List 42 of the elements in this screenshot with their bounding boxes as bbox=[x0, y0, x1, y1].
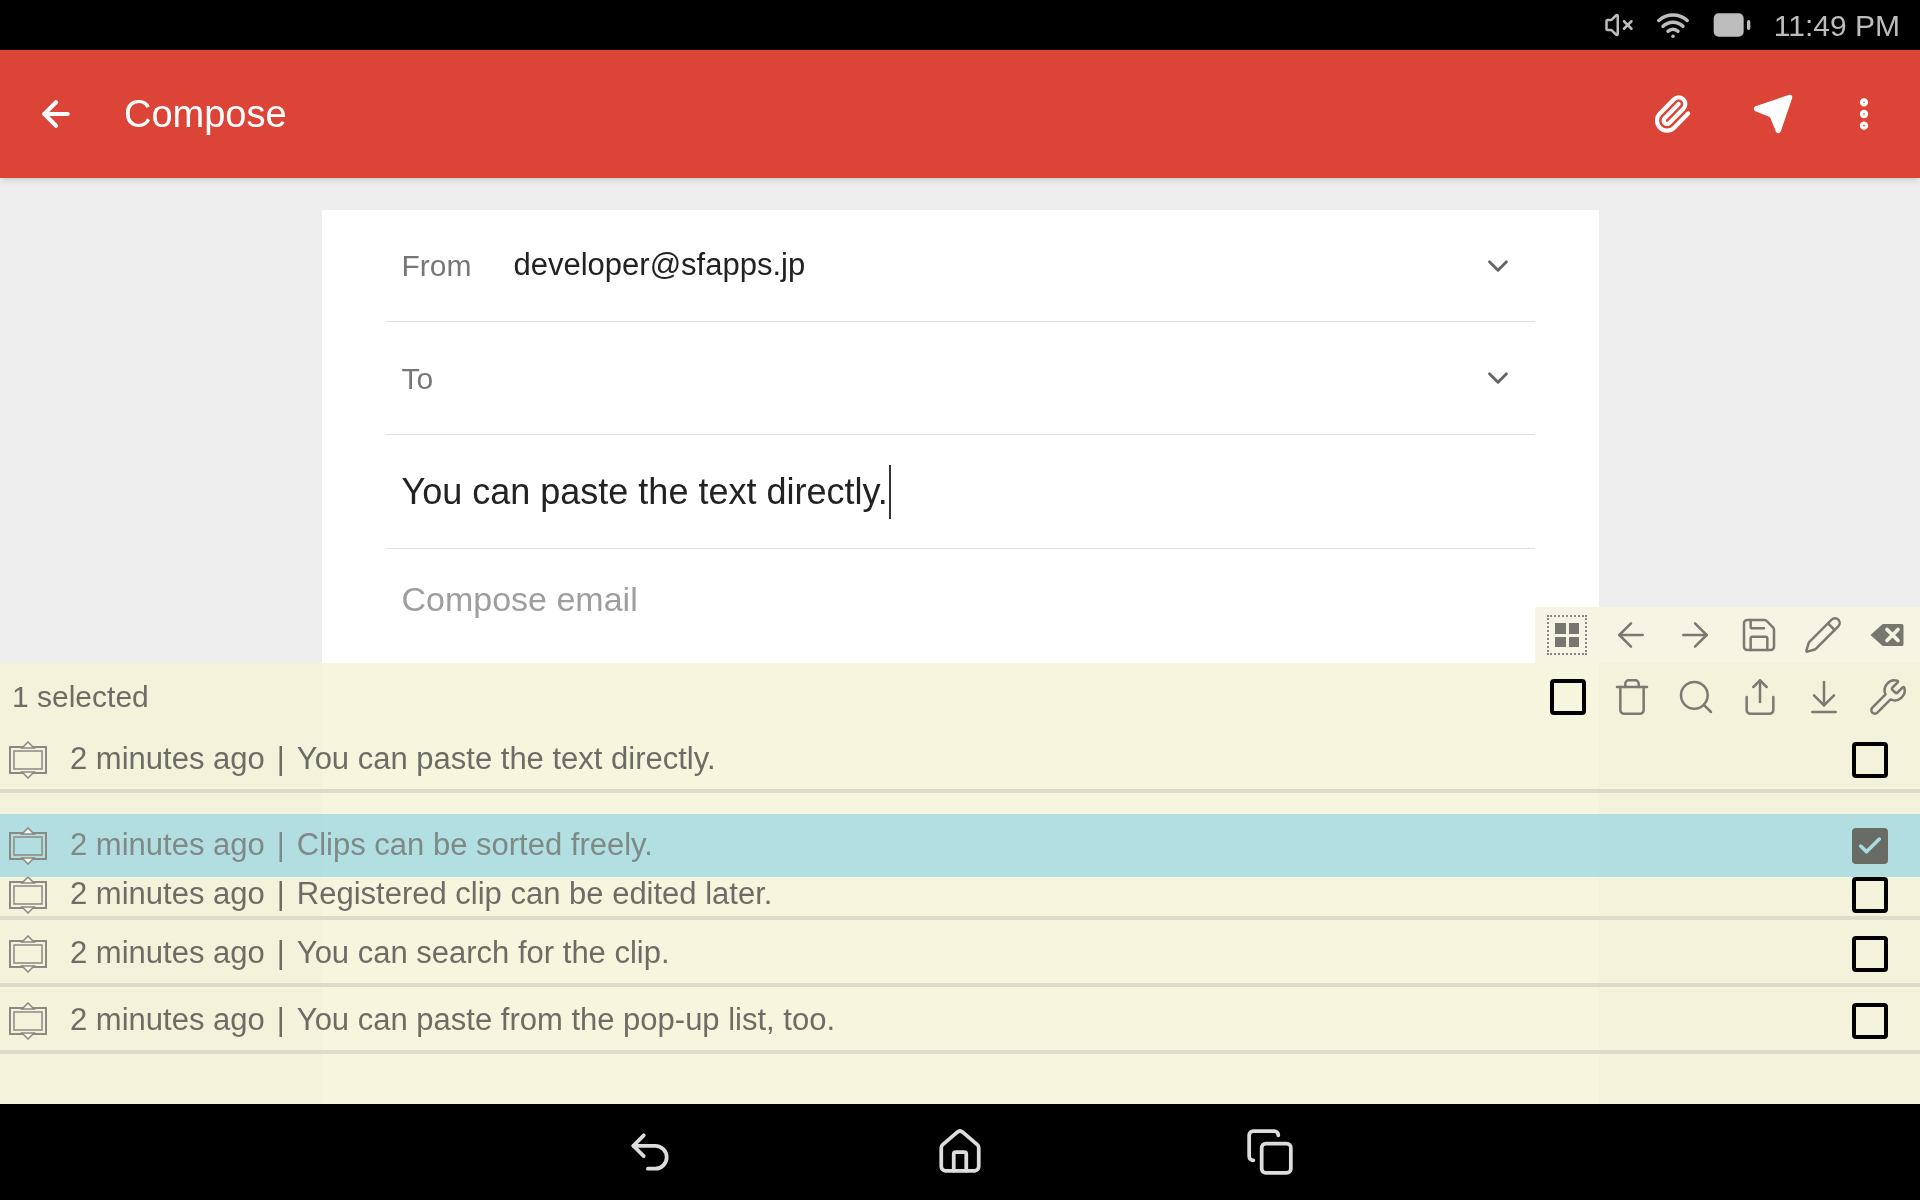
app-bar-title: Compose bbox=[124, 91, 287, 137]
selection-count: 1 selected bbox=[12, 679, 149, 715]
subject-field[interactable]: You can paste the text directly. bbox=[401, 464, 891, 519]
clip-text: You can search for the clip. bbox=[296, 934, 670, 973]
clip-row[interactable]: 2 minutes ago | You can search for the clip. bbox=[0, 924, 1920, 987]
from-field[interactable]: developer@sfapps.jp bbox=[513, 242, 806, 289]
wrench-icon[interactable] bbox=[1868, 676, 1908, 717]
clip-separator: | bbox=[276, 826, 285, 865]
checkbox[interactable] bbox=[1550, 678, 1586, 715]
to-label: To bbox=[401, 360, 434, 397]
clip-separator: | bbox=[276, 1001, 285, 1040]
clip-text: You can paste from the pop-up list, too. bbox=[296, 1001, 836, 1040]
clip-separator: | bbox=[276, 934, 285, 973]
clip-text: Registered clip can be edited later. bbox=[296, 875, 773, 914]
clip-text: Clips can be sorted freely. bbox=[296, 826, 653, 865]
clip-row[interactable]: 2 minutes ago | You can paste the text directly. bbox=[0, 730, 1920, 793]
pencil-icon[interactable] bbox=[1803, 615, 1843, 655]
clip-time: 2 minutes ago bbox=[70, 740, 265, 779]
clock: 11:49 PM bbox=[1773, 7, 1900, 44]
checkbox[interactable] bbox=[1852, 1002, 1888, 1039]
clip-time: 2 minutes ago bbox=[70, 875, 265, 914]
send-button[interactable] bbox=[1752, 93, 1794, 135]
clip-separator: | bbox=[276, 875, 285, 914]
from-label: From bbox=[401, 248, 473, 284]
clip-time: 2 minutes ago bbox=[70, 934, 265, 973]
body-field[interactable]: Compose email bbox=[401, 573, 1535, 625]
dragged-clip-row[interactable]: 2 minutes ago | Clips can be sorted freely. bbox=[0, 814, 1920, 877]
checkbox[interactable] bbox=[1852, 935, 1888, 972]
clip-time: 2 minutes ago bbox=[70, 826, 265, 865]
attach-button[interactable] bbox=[1652, 94, 1692, 134]
checkbox[interactable] bbox=[1852, 741, 1888, 778]
clip-icon bbox=[8, 740, 48, 779]
grid-icon[interactable] bbox=[1547, 615, 1587, 655]
clip-icon bbox=[8, 826, 48, 865]
clip-time: 2 minutes ago bbox=[70, 1001, 265, 1040]
clip-icon bbox=[8, 875, 48, 914]
clip-separator: | bbox=[276, 740, 285, 779]
clip-row[interactable]: 2 minutes ago | You can paste from the pop-up list, too. bbox=[0, 991, 1920, 1054]
clip-icon bbox=[8, 934, 48, 973]
recents-button[interactable] bbox=[1245, 1127, 1295, 1177]
clip-icon bbox=[8, 1001, 48, 1040]
clip-text: You can paste the text directly. bbox=[296, 740, 716, 779]
